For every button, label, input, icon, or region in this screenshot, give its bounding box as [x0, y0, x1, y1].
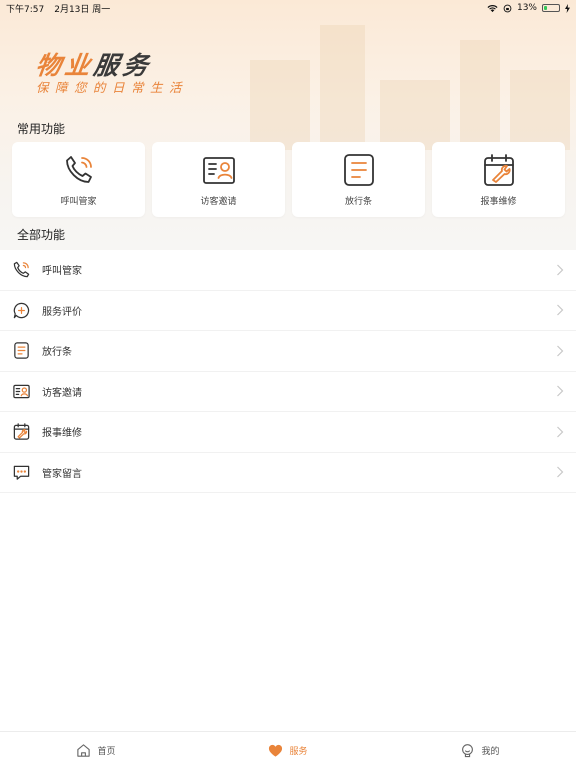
quick-action-label: 报事维修 — [480, 197, 517, 207]
tab-bar: 首页 服务 我的 — [0, 731, 576, 768]
quick-action-call-butler[interactable]: 呼叫管家 — [12, 142, 145, 217]
list-item-label: 放行条 — [42, 347, 72, 359]
chevron-right-icon — [557, 345, 564, 357]
chevron-right-icon — [557, 304, 564, 316]
list-item-label: 管家留言 — [42, 468, 82, 480]
status-date: 2月13日 周一 — [54, 4, 111, 15]
tab-home[interactable]: 首页 — [0, 732, 192, 768]
battery-percent: 13% — [516, 3, 537, 13]
document-list-icon — [14, 342, 29, 359]
list-item-call-butler[interactable]: 呼叫管家 — [0, 250, 576, 291]
section-common-title: 常用功能 — [17, 122, 66, 136]
list-item-visitor-invite[interactable]: 访客邀请 — [0, 371, 576, 412]
banner-title-dark: 服务 — [91, 51, 154, 80]
quick-action-visitor-invite[interactable]: 访客邀请 — [152, 142, 285, 217]
charging-icon — [565, 3, 570, 13]
quick-action-label: 放行条 — [344, 197, 372, 207]
document-list-icon — [343, 154, 374, 186]
phone-ringing-icon — [13, 262, 30, 278]
chevron-right-icon — [557, 264, 564, 276]
list-item-label: 访客邀请 — [42, 387, 82, 399]
all-functions-list: 呼叫管家 服务评价 放行条 访客邀请 报事维修 管家留言 — [0, 250, 576, 493]
chat-plus-icon — [13, 302, 30, 318]
orientation-lock-icon — [503, 4, 512, 12]
quick-action-label: 访客邀请 — [200, 197, 237, 207]
chevron-right-icon — [557, 426, 564, 438]
phone-ringing-icon — [65, 156, 92, 183]
home-icon — [77, 743, 91, 757]
quick-action-release-slip[interactable]: 放行条 — [292, 142, 425, 217]
tab-label: 服务 — [289, 746, 308, 757]
status-bar: 下午7:57 2月13日 周一 13% — [0, 0, 576, 16]
tab-mine[interactable]: 我的 — [384, 732, 576, 768]
banner-subtitle: 保障您的日常生活 — [36, 80, 189, 95]
banner-title-orange: 物业 — [33, 51, 96, 80]
message-dots-icon — [13, 465, 30, 480]
list-item-butler-message[interactable]: 管家留言 — [0, 452, 576, 493]
list-item-label: 呼叫管家 — [42, 266, 82, 278]
battery-icon — [542, 4, 560, 12]
visitor-card-icon — [202, 157, 235, 184]
calendar-wrench-icon — [13, 423, 30, 440]
tab-service[interactable]: 服务 — [192, 732, 384, 768]
list-item-service-rating[interactable]: 服务评价 — [0, 290, 576, 331]
section-all-title: 全部功能 — [17, 228, 66, 242]
visitor-card-icon — [13, 384, 30, 399]
chevron-right-icon — [557, 466, 564, 478]
quick-action-repair[interactable]: 报事维修 — [432, 142, 565, 217]
list-item-label: 服务评价 — [42, 306, 82, 318]
user-bulb-icon — [462, 743, 474, 757]
quick-actions: 呼叫管家 访客邀请 放行条 报事维修 — [12, 142, 565, 217]
list-item-release-slip[interactable]: 放行条 — [0, 331, 576, 372]
tab-label: 我的 — [481, 746, 500, 757]
tab-label: 首页 — [97, 746, 116, 757]
list-item-repair[interactable]: 报事维修 — [0, 412, 576, 453]
quick-action-label: 呼叫管家 — [60, 197, 97, 207]
status-time: 下午7:57 — [6, 4, 45, 15]
list-item-label: 报事维修 — [42, 428, 82, 440]
heart-icon — [269, 744, 283, 757]
calendar-wrench-icon — [483, 154, 514, 186]
chevron-right-icon — [557, 385, 564, 397]
wifi-icon — [487, 4, 498, 12]
